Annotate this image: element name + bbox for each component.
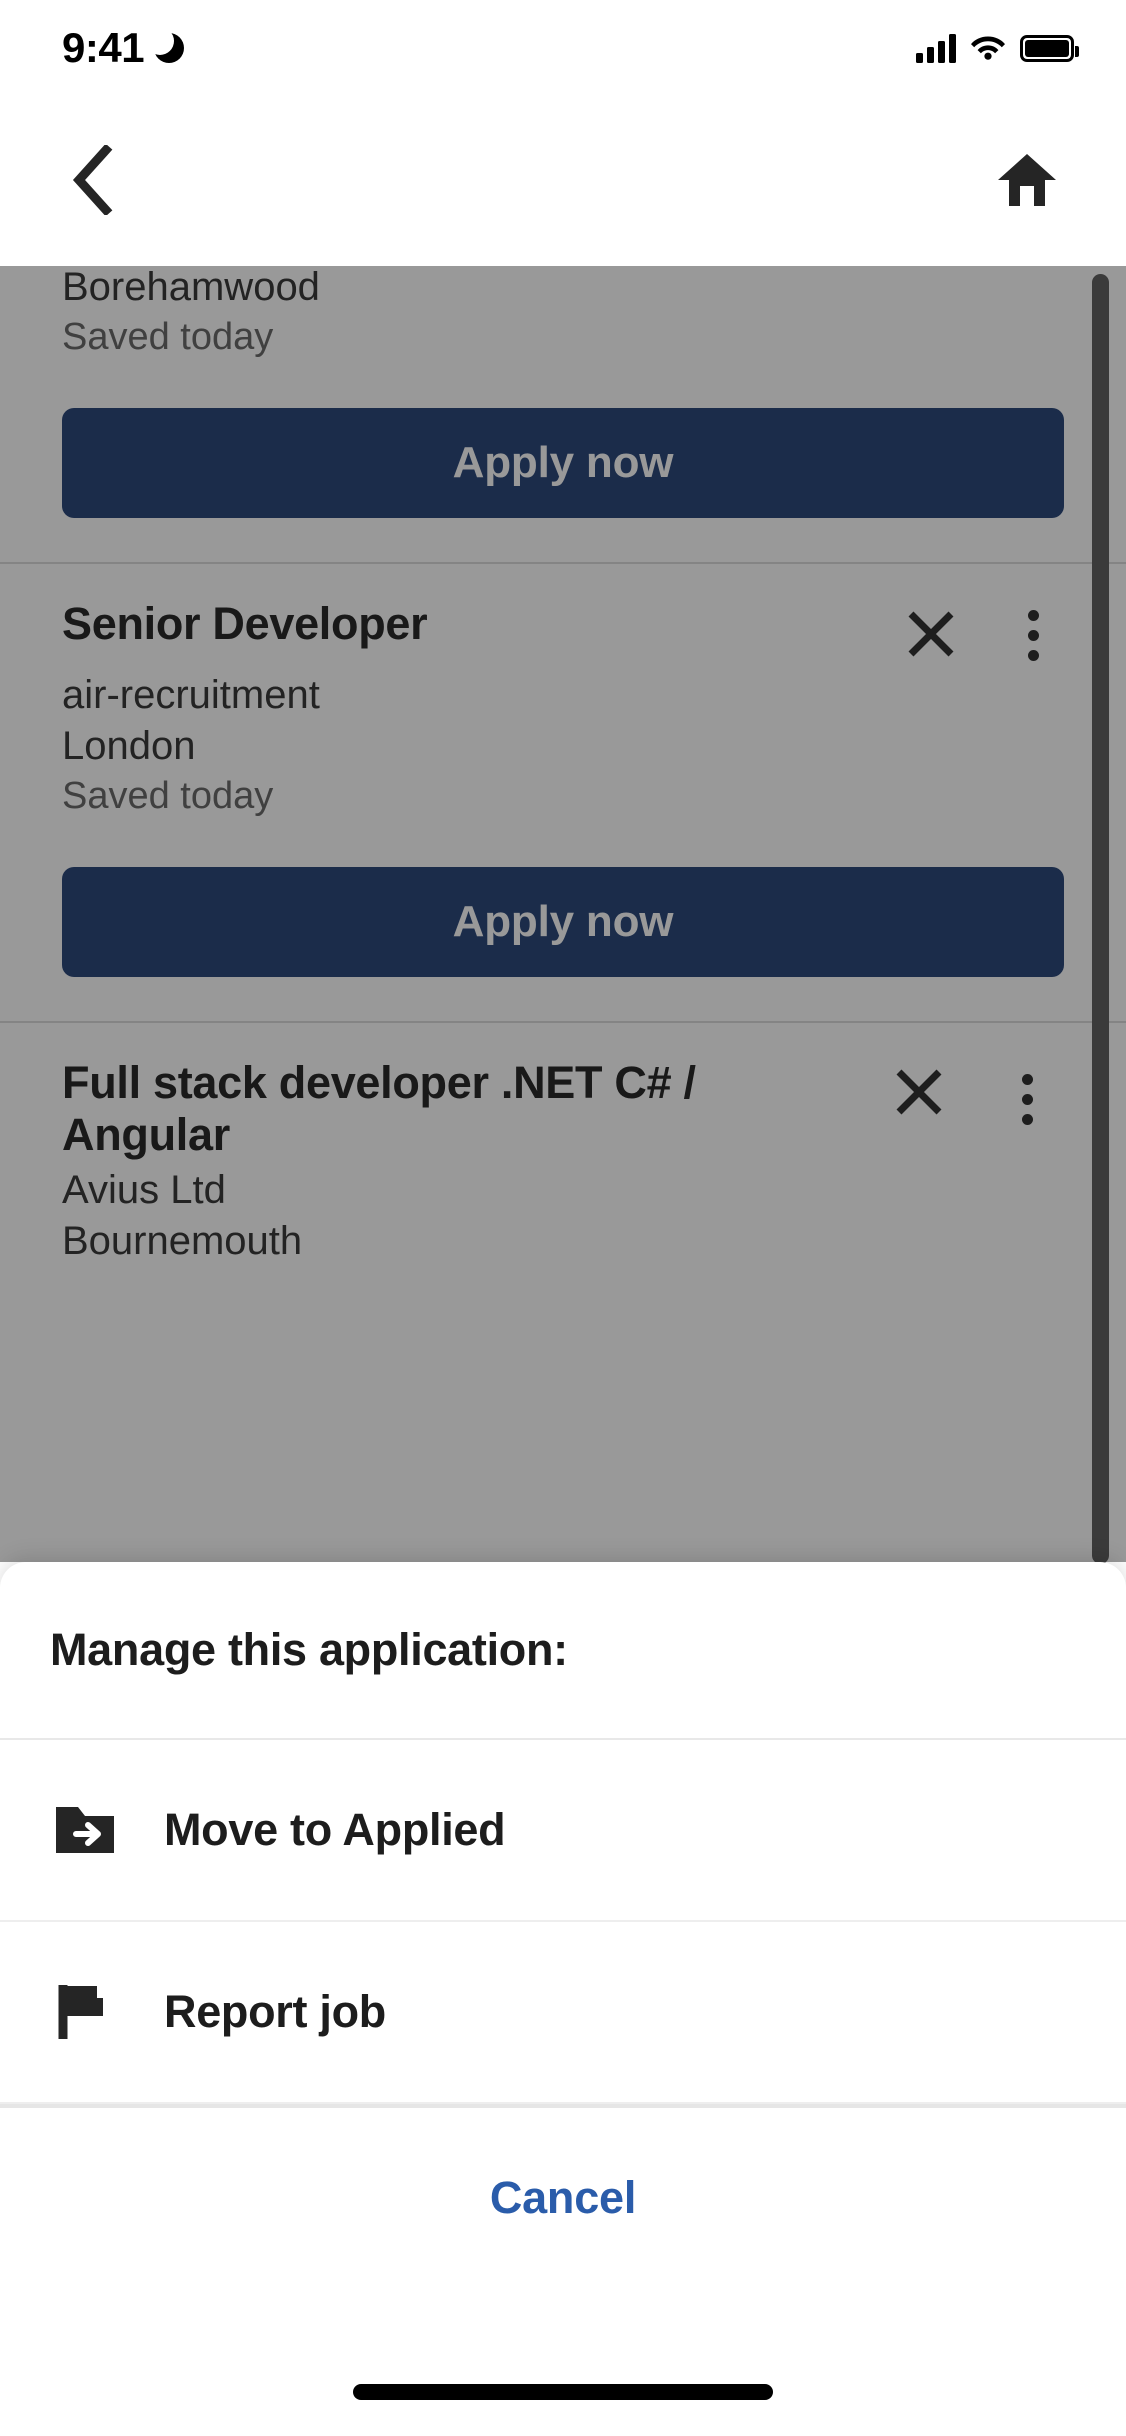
saved-jobs-list[interactable]: Borehamwood Saved today Apply now Senior… [0,266,1126,1562]
home-button[interactable] [986,142,1068,221]
cellular-signal-icon [916,33,956,63]
menu-item-move-to-applied[interactable]: Move to Applied [0,1740,1126,1922]
navigation-bar [0,96,1126,266]
apply-now-button[interactable]: Apply now [62,866,1064,977]
job-options-button[interactable] [1002,604,1064,666]
dismiss-job-button[interactable] [888,1063,950,1125]
job-card-actions [900,594,1064,666]
status-bar-right [916,32,1079,65]
job-card-actions [888,1053,1064,1137]
flag-icon [52,1982,118,2042]
status-bar-left: 9:41 [62,24,185,72]
job-location: Borehamwood [62,266,320,309]
job-card-header: Full stack developer .NET C# / Angular [62,1053,1064,1161]
home-icon [996,152,1058,211]
job-card[interactable]: Borehamwood Saved today Apply now [0,266,1126,565]
job-company: Avius Ltd [62,1168,226,1213]
job-location: Bournemouth [62,1218,303,1263]
menu-item-label: Move to Applied [164,1804,506,1855]
menu-item-label: Report job [164,1986,386,2037]
status-bar: 9:41 [0,0,1126,96]
job-saved-label: Saved today [62,775,274,818]
home-indicator[interactable] [353,2384,773,2400]
action-sheet-header: Manage this application: [0,1562,1126,1740]
status-bar-clock: 9:41 [62,24,145,71]
dismiss-job-button[interactable] [900,604,962,666]
folder-move-icon [52,1800,118,1860]
more-vertical-icon [1027,609,1039,661]
job-card[interactable]: Senior Developer air-recruitment London … [0,564,1126,1023]
job-options-button[interactable] [990,1063,1064,1137]
wifi-icon [970,32,1006,65]
more-vertical-icon [1021,1074,1033,1126]
job-title: Full stack developer .NET C# / Angular [62,1056,696,1161]
job-location: London [62,723,196,768]
menu-item-report-job[interactable]: Report job [0,1922,1126,2104]
close-icon [905,608,957,663]
job-card[interactable]: Full stack developer .NET C# / Angular A… [0,1022,1126,1267]
apply-now-button[interactable]: Apply now [62,408,1064,519]
job-saved-label: Saved today [62,316,274,359]
back-button[interactable] [60,135,124,228]
job-company: air-recruitment [62,673,320,718]
job-card-header: Senior Developer [62,594,1064,666]
chevron-left-icon [70,143,114,218]
crescent-moon-icon [146,27,185,63]
cancel-button[interactable]: Cancel [450,2158,676,2238]
close-icon [893,1066,945,1121]
job-title: Senior Developer [62,598,428,650]
battery-full-icon [1020,34,1079,62]
action-sheet: Manage this application: Move to Applied… [0,1562,1126,2436]
action-sheet-title: Manage this application: [50,1624,568,1675]
